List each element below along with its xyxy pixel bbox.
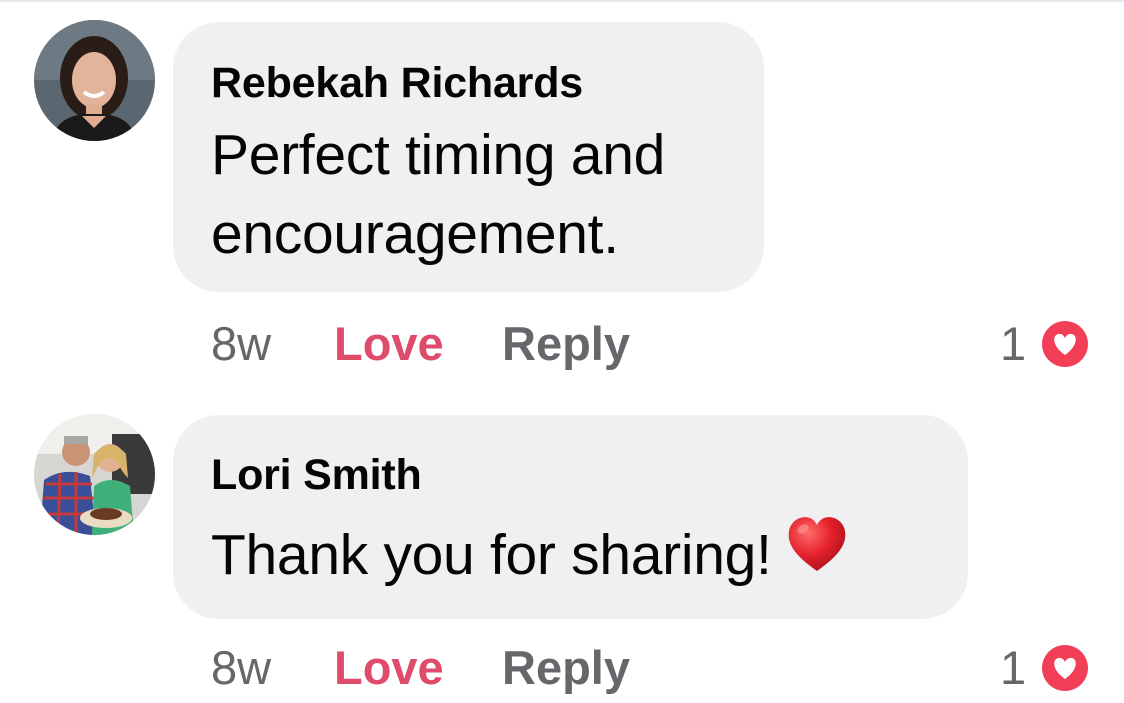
love-reaction-icon[interactable] (1042, 321, 1088, 367)
comment-actions: 8w Love Reply 1 (0, 640, 1124, 700)
comment-actions: 8w Love Reply 1 (0, 316, 1124, 376)
divider (0, 0, 1124, 2)
comment-bubble[interactable]: Lori Smith Thank you for sharing! (173, 415, 968, 619)
comment-text: Perfect timing and encouragement. (211, 116, 665, 274)
avatar[interactable] (34, 414, 155, 535)
reaction-count[interactable]: 1 (1000, 640, 1026, 695)
reply-button[interactable]: Reply (502, 316, 630, 371)
comment-text-line: encouragement. (211, 202, 619, 266)
comment-text-line: Perfect timing and (211, 123, 665, 187)
reaction-count[interactable]: 1 (1000, 316, 1026, 371)
profile-photo-woman (34, 20, 155, 141)
reply-button[interactable]: Reply (502, 640, 630, 695)
comment-bubble[interactable]: Rebekah Richards Perfect timing and enco… (173, 22, 764, 292)
comment-text-line: Thank you for sharing! (211, 523, 772, 587)
love-button[interactable]: Love (334, 316, 444, 371)
comment-timestamp[interactable]: 8w (211, 316, 271, 371)
comment-author[interactable]: Rebekah Richards (211, 59, 583, 108)
profile-photo-couple (34, 414, 155, 535)
love-reaction-icon[interactable] (1042, 645, 1088, 691)
comment-text: Thank you for sharing! (211, 516, 848, 598)
comment-timestamp[interactable]: 8w (211, 640, 271, 695)
comment-author[interactable]: Lori Smith (211, 451, 422, 500)
love-button[interactable]: Love (334, 640, 444, 695)
avatar[interactable] (34, 20, 155, 141)
red-heart-emoji (786, 515, 848, 594)
